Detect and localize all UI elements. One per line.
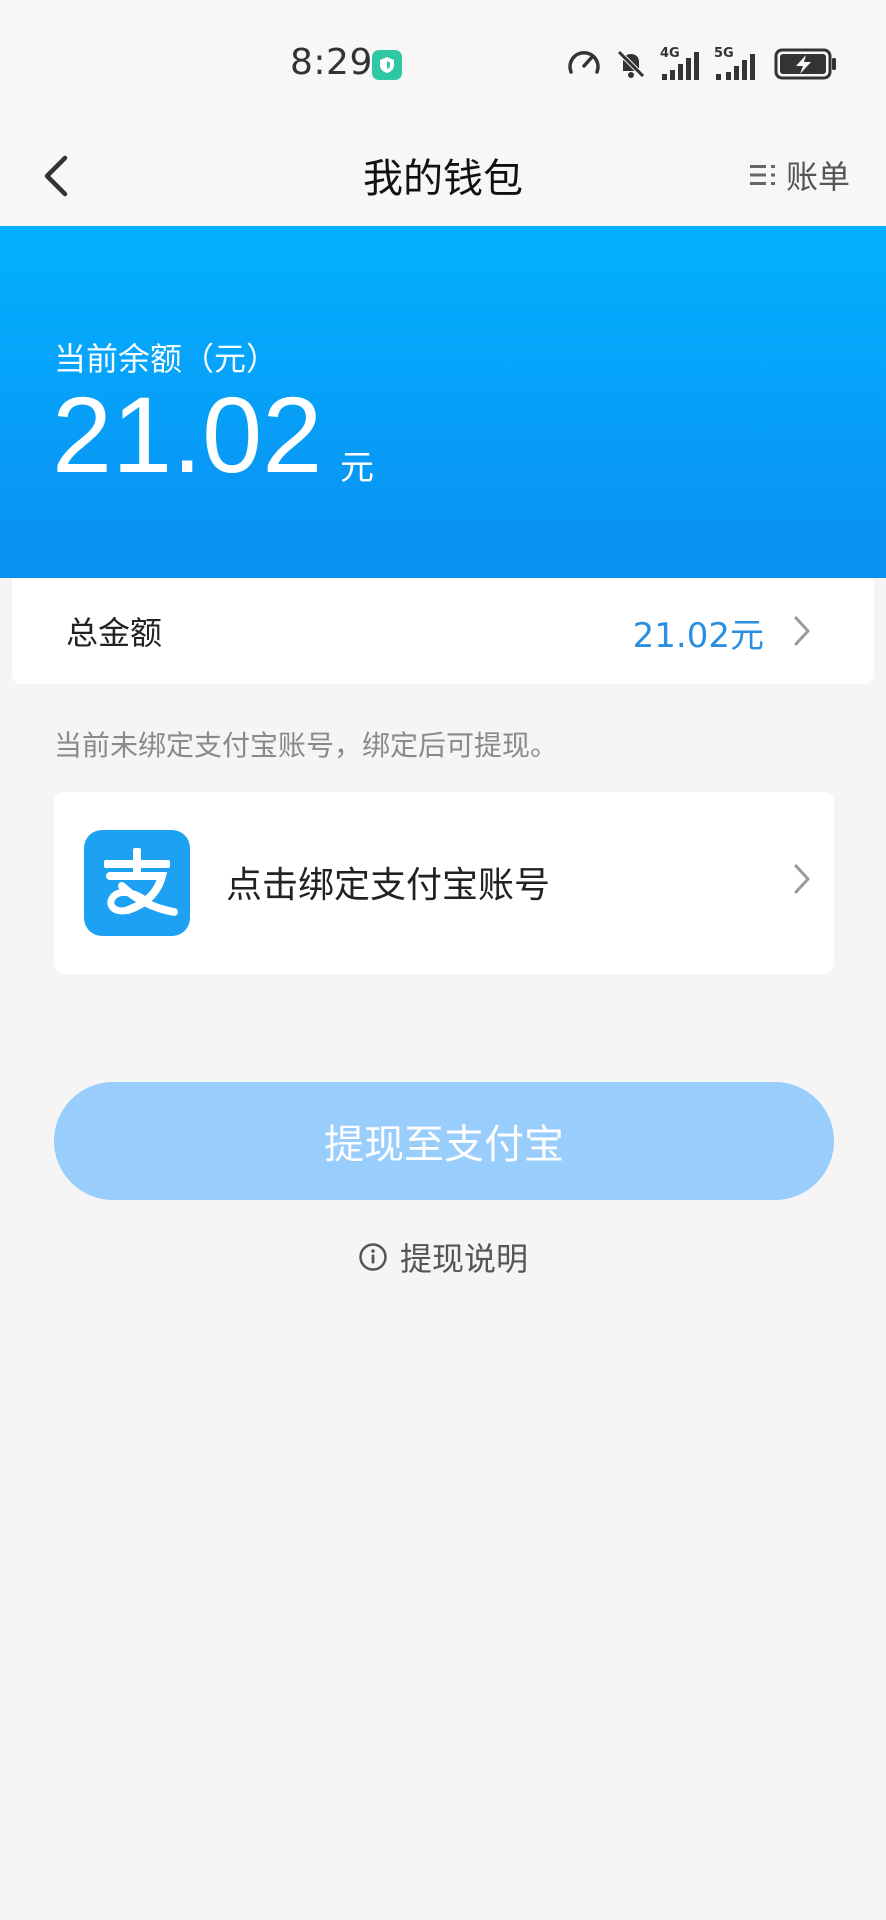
status-bar: 8:29 4G 5G (0, 0, 886, 126)
total-label: 总金额 (66, 614, 163, 652)
info-icon (359, 1243, 387, 1271)
withdraw-info-label: 提现说明 (399, 1240, 528, 1278)
speed-gauge-icon (566, 46, 602, 86)
network-label-5g: 5G (714, 46, 734, 61)
withdraw-to-alipay-button[interactable]: 提现至支付宝 (54, 1082, 834, 1200)
bell-muted-icon (614, 47, 648, 85)
balance-amount: 21.02 (52, 374, 323, 495)
signal-4g-icon: 4G (660, 46, 702, 82)
balance-card: 当前余额（元） 21.02 元 (0, 226, 886, 578)
bind-alipay-card[interactable]: 点击绑定支付宝账号 (54, 792, 834, 974)
wallet-page: 8:29 4G 5G 我的钱包 账单 当前余额（元） 21.02 元 总金额 2… (0, 0, 886, 1920)
status-time: 8:29 (290, 42, 373, 83)
bill-button[interactable]: 账单 (748, 152, 850, 198)
balance-unit: 元 (340, 448, 374, 488)
chevron-right-icon (794, 616, 810, 646)
signal-5g-icon: 5G (714, 46, 762, 82)
list-icon (749, 165, 775, 185)
bill-label: 账单 (785, 158, 850, 196)
chevron-right-icon (794, 864, 810, 894)
total-amount-row[interactable]: 总金额 21.02元 (12, 578, 874, 684)
alipay-logo-icon (84, 830, 190, 936)
total-value: 21.02元 (632, 616, 764, 656)
shield-icon (372, 50, 402, 80)
withdraw-info-link[interactable]: 提现说明 (0, 1234, 886, 1280)
status-icons: 4G 5G (566, 46, 838, 86)
nav-header: 我的钱包 账单 (0, 126, 886, 226)
bind-hint-text: 当前未绑定支付宝账号，绑定后可提现。 (54, 729, 559, 762)
bind-alipay-label: 点击绑定支付宝账号 (226, 865, 551, 906)
battery-charging-icon (774, 47, 838, 85)
network-label-4g: 4G (660, 46, 680, 61)
